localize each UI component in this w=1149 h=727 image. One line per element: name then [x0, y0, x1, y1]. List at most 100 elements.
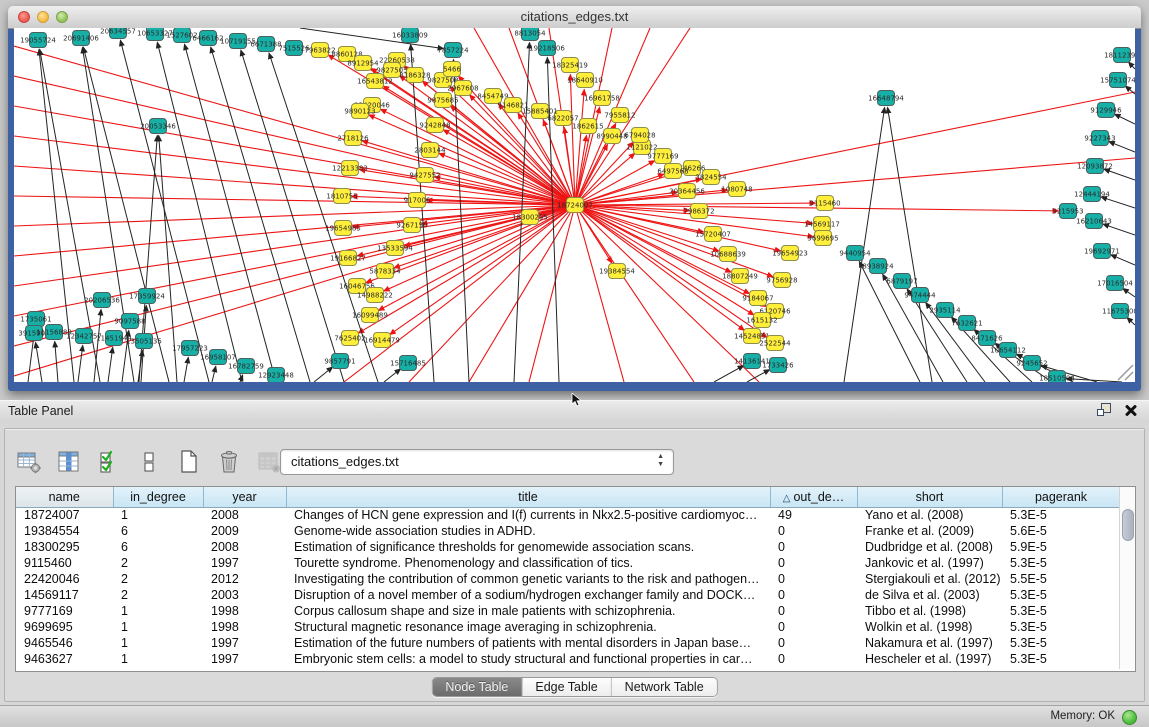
table-cell[interactable]: 1997: [203, 651, 286, 667]
new-document-icon[interactable]: [175, 449, 203, 475]
network-node[interactable]: 15885401: [522, 104, 558, 119]
table-cell[interactable]: 6: [113, 523, 203, 539]
table-cell[interactable]: Genome-wide association studies in ADHD.: [286, 523, 770, 539]
table-cell[interactable]: 1997: [203, 555, 286, 571]
table-cell[interactable]: 9465546: [16, 635, 113, 651]
network-node[interactable]: 19218506: [529, 41, 565, 56]
table-row[interactable]: 946362711997Embryonic stem cells: a mode…: [16, 651, 1120, 667]
column-header-year[interactable]: year: [203, 487, 286, 507]
table-cell[interactable]: 0: [770, 523, 857, 539]
show-columns-icon[interactable]: [55, 449, 83, 475]
network-node[interactable]: 746266: [679, 161, 706, 176]
table-cell[interactable]: 0: [770, 587, 857, 603]
network-node[interactable]: 19055724: [20, 33, 56, 48]
resize-grip-icon[interactable]: [1118, 365, 1133, 380]
table-cell[interactable]: 49: [770, 507, 857, 523]
table-cell[interactable]: 2009: [203, 523, 286, 539]
network-node[interactable]: 9227343: [1084, 131, 1115, 146]
table-cell[interactable]: 1: [113, 635, 203, 651]
window-titlebar[interactable]: citations_edges.txt: [8, 6, 1141, 29]
table-scrollbar-thumb[interactable]: [1122, 509, 1134, 541]
table-cell[interactable]: 1998: [203, 619, 286, 635]
network-node[interactable]: 18112396: [1104, 48, 1135, 63]
table-cell[interactable]: 9115460: [16, 555, 113, 571]
network-node[interactable]: 16782759: [228, 359, 264, 374]
network-node[interactable]: 16210643: [1076, 214, 1112, 229]
table-cell[interactable]: Nakamura et al. (1997): [857, 635, 1002, 651]
table-row[interactable]: 1872400712008Changes of HCN gene express…: [16, 507, 1120, 523]
table-cell[interactable]: 9463627: [16, 651, 113, 667]
delete-table-icon[interactable]: [255, 449, 283, 475]
table-cell[interactable]: 5.3E-5: [1002, 555, 1120, 571]
network-node[interactable]: 16648794: [868, 91, 904, 106]
network-node[interactable]: 9440954: [839, 246, 871, 261]
table-cell[interactable]: 2008: [203, 507, 286, 523]
network-node[interactable]: 19654985: [325, 221, 361, 236]
network-node[interactable]: 9245652: [1016, 356, 1047, 371]
table-cell[interactable]: 1: [113, 507, 203, 523]
table-row[interactable]: 946554611997Estimation of the future num…: [16, 635, 1120, 651]
table-cell[interactable]: 0: [770, 603, 857, 619]
table-cell[interactable]: 2008: [203, 539, 286, 555]
table-row[interactable]: 969969511998Structural magnetic resonanc…: [16, 619, 1120, 635]
network-node[interactable]: 9474444: [904, 288, 936, 303]
column-header-short[interactable]: short: [857, 487, 1002, 507]
select-all-icon[interactable]: [95, 449, 123, 475]
table-cell[interactable]: 5.3E-5: [1002, 619, 1120, 635]
table-cell[interactable]: Jankovic et al. (1997): [857, 555, 1002, 571]
network-node[interactable]: 9777169: [647, 149, 678, 164]
network-node[interactable]: 1080748: [721, 182, 752, 197]
network-node[interactable]: 5466: [443, 62, 461, 77]
table-cell[interactable]: 6: [113, 539, 203, 555]
table-cell[interactable]: 9699695: [16, 619, 113, 635]
network-node[interactable]: 7625402: [334, 331, 365, 346]
network-node[interactable]: 7963822: [304, 43, 335, 58]
table-row[interactable]: 911546021997Tourette syndrome. Phenomeno…: [16, 555, 1120, 571]
network-node[interactable]: 2522544: [759, 336, 791, 351]
network-node[interactable]: 6879197: [886, 274, 917, 289]
table-cell[interactable]: 5.3E-5: [1002, 651, 1120, 667]
network-canvas[interactable]: 1872400779638228860128891295422260538982…: [14, 28, 1135, 382]
table-row[interactable]: 1938455462009Genome-wide association stu…: [16, 523, 1120, 539]
table-cell[interactable]: 1: [113, 651, 203, 667]
table-cell[interactable]: 5.5E-5: [1002, 571, 1120, 587]
table-cell[interactable]: Estimation of the future numbers of pati…: [286, 635, 770, 651]
table-cell[interactable]: 5.9E-5: [1002, 539, 1120, 555]
network-node[interactable]: 20691406: [63, 31, 99, 46]
table-row[interactable]: 1456911722003Disruption of a novel membe…: [16, 587, 1120, 603]
table-cell[interactable]: Embryonic stem cells: a model to study s…: [286, 651, 770, 667]
table-row[interactable]: 2242004622012Investigating the contribut…: [16, 571, 1120, 587]
network-node[interactable]: 2935114: [929, 303, 961, 318]
table-cell[interactable]: Investigating the contribution of common…: [286, 571, 770, 587]
table-cell[interactable]: 9777169: [16, 603, 113, 619]
network-node[interactable]: 7955812: [604, 108, 635, 123]
table-cell[interactable]: 5.3E-5: [1002, 603, 1120, 619]
network-node[interactable]: 1862615: [572, 119, 603, 134]
network-node[interactable]: 19384554: [599, 264, 635, 279]
table-cell[interactable]: 1: [113, 603, 203, 619]
table-cell[interactable]: Changes of HCN gene expression and I(f) …: [286, 507, 770, 523]
network-node[interactable]: 15716485: [390, 356, 426, 371]
table-cell[interactable]: Tourette syndrome. Phenomenology and cla…: [286, 555, 770, 571]
network-node[interactable]: 20634557: [100, 28, 136, 39]
network-node[interactable]: 20206536: [84, 293, 120, 308]
network-node[interactable]: 16914479: [364, 333, 400, 348]
network-node[interactable]: 8813054: [514, 28, 546, 41]
table-cell[interactable]: 18300295: [16, 539, 113, 555]
table-cell[interactable]: 0: [770, 651, 857, 667]
table-row[interactable]: 1830029562008Estimation of significance …: [16, 539, 1120, 555]
table-cell[interactable]: 1998: [203, 603, 286, 619]
column-header-in-degree[interactable]: in_degree: [113, 487, 203, 507]
network-node[interactable]: 2803144: [414, 143, 446, 158]
network-node[interactable]: 7857224: [437, 43, 469, 58]
close-panel-icon[interactable]: [1125, 404, 1137, 416]
network-node[interactable]: 17359924: [129, 289, 165, 304]
delete-icon[interactable]: [215, 449, 243, 475]
table-cell[interactable]: Hescheler et al. (1997): [857, 651, 1002, 667]
table-cell[interactable]: Wolkin et al. (1998): [857, 619, 1002, 635]
network-node[interactable]: 1527602: [166, 28, 197, 43]
network-node[interactable]: 8938924: [862, 259, 894, 274]
network-node[interactable]: 6466162: [192, 31, 223, 46]
network-node[interactable]: 16958107: [200, 350, 236, 365]
table-cell[interactable]: Dudbridge et al. (2008): [857, 539, 1002, 555]
